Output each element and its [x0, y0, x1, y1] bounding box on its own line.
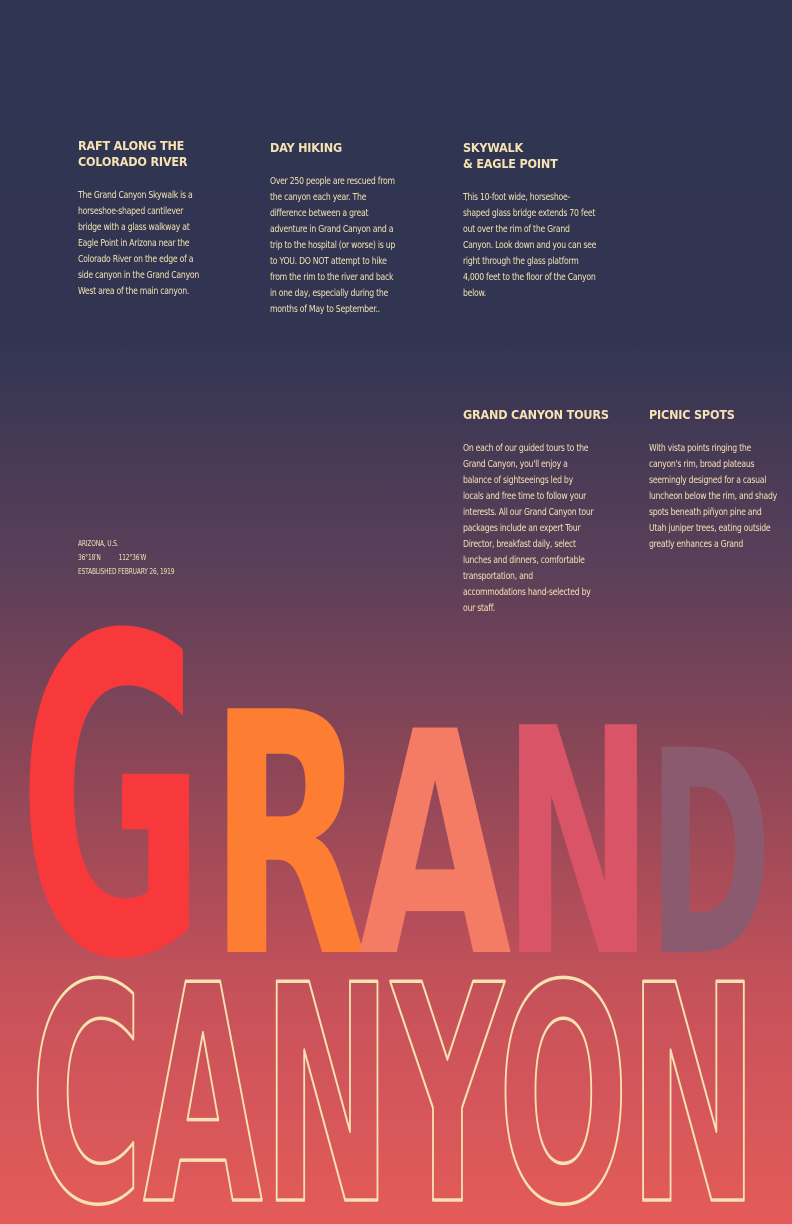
title-word-canyon: CANYON	[30, 922, 758, 1224]
title-graphic: G R A N D CANYON	[18, 544, 772, 1224]
